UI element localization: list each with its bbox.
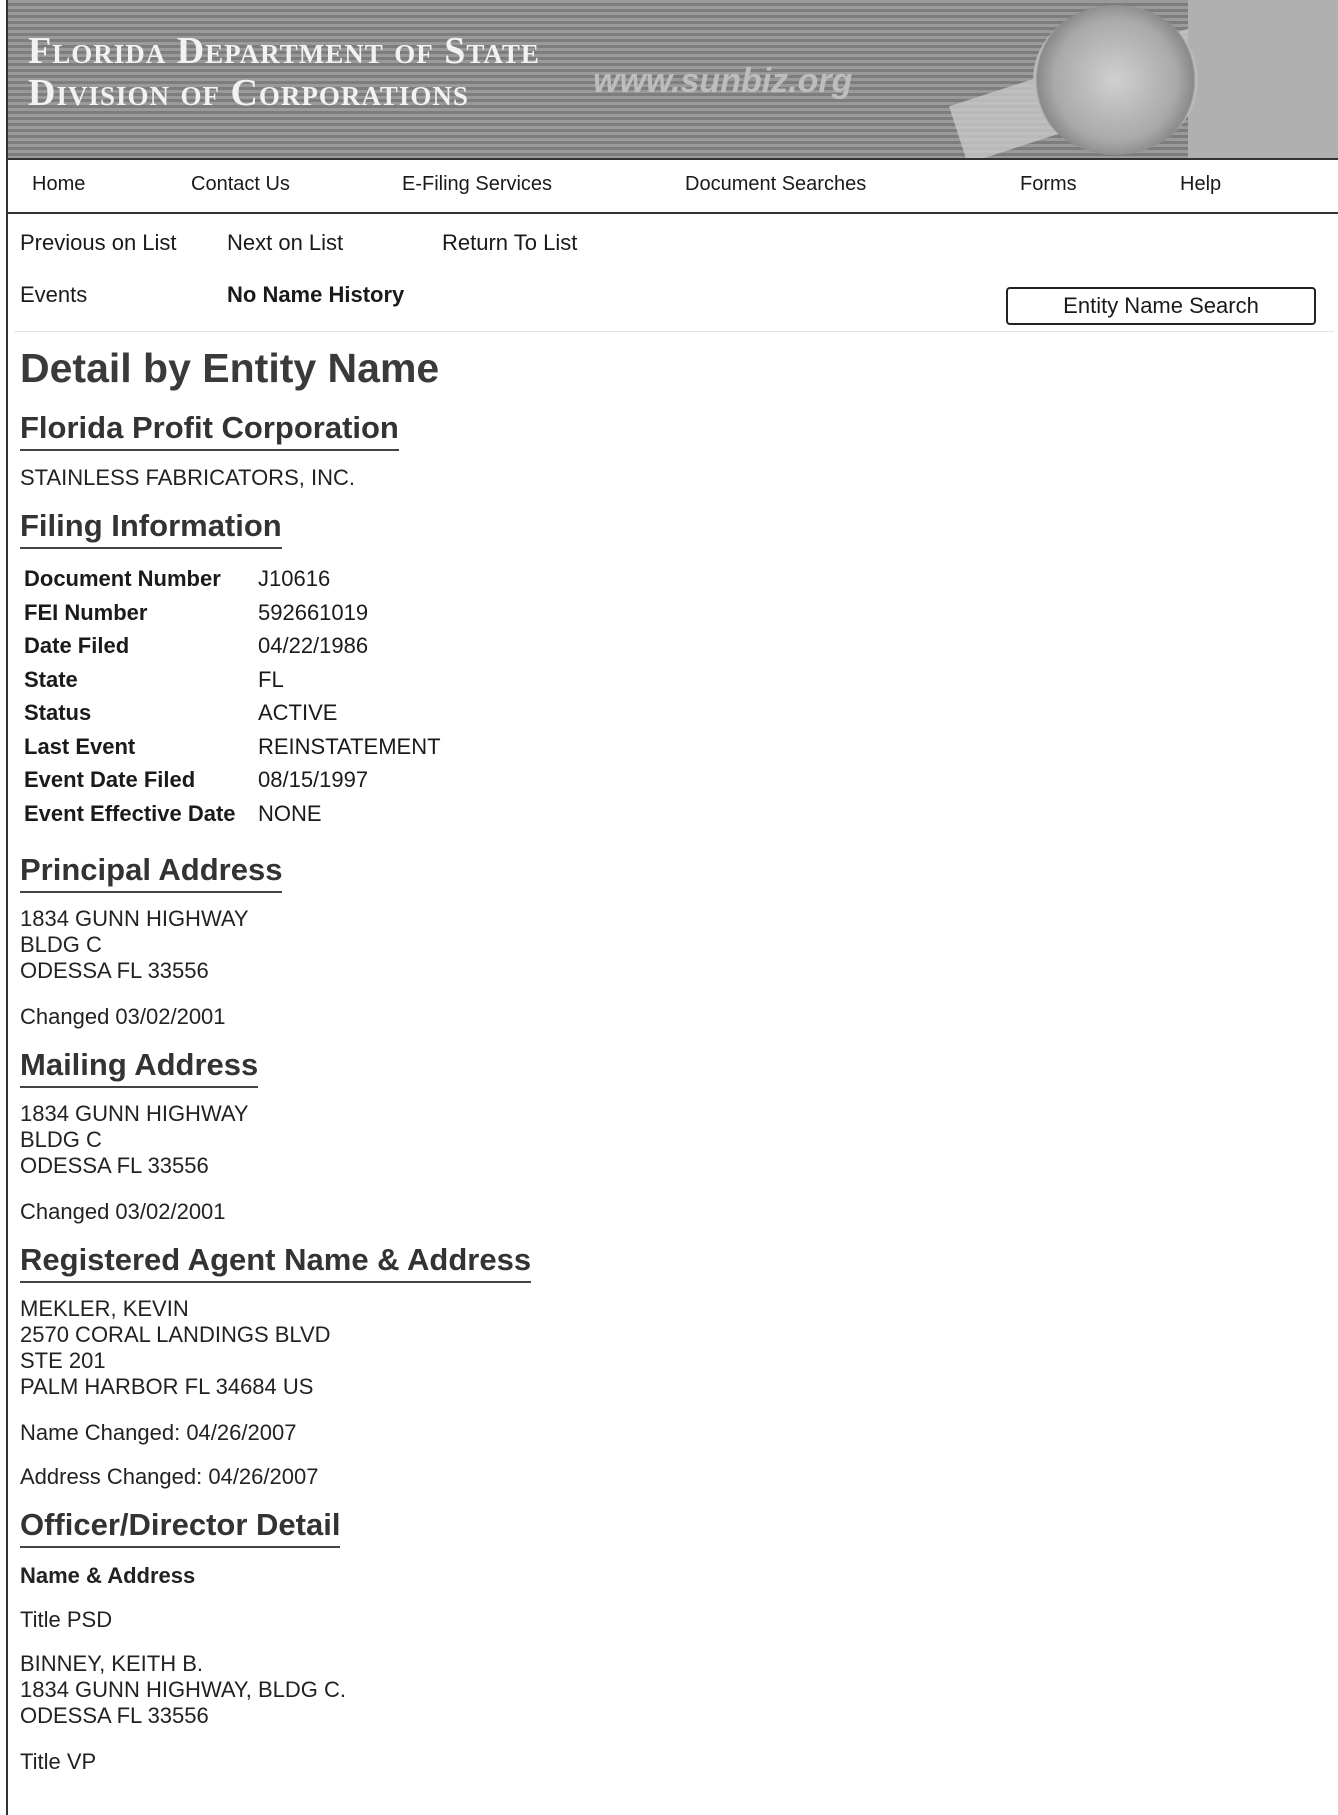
officer-title-2: Title VP bbox=[20, 1749, 97, 1774]
divider bbox=[14, 331, 1334, 332]
filing-label: Last Event bbox=[24, 733, 136, 759]
nav-contact-us[interactable]: Contact Us bbox=[191, 173, 290, 196]
filing-label: Event Effective Date bbox=[24, 800, 236, 826]
header-banner: Florida Department of State Division of … bbox=[8, 0, 1338, 158]
filing-value: FL bbox=[258, 666, 284, 692]
agent-name-changed: Name Changed: 04/26/2007 bbox=[20, 1420, 297, 1445]
filing-value: REINSTATEMENT bbox=[258, 733, 441, 759]
filing-value: NONE bbox=[258, 800, 322, 826]
registered-agent-heading: Registered Agent Name & Address bbox=[20, 1242, 532, 1283]
events-link[interactable]: Events bbox=[20, 282, 87, 308]
site-title-line1: Florida Department of State bbox=[28, 30, 540, 72]
entity-name-search-button[interactable]: Entity Name Search bbox=[1006, 287, 1316, 325]
principal-changed: Changed 03/02/2001 bbox=[20, 1004, 226, 1029]
sunbiz-logo: www.sunbiz.org bbox=[593, 62, 853, 100]
nav-forms[interactable]: Forms bbox=[1020, 173, 1077, 196]
filing-value: J10616 bbox=[258, 566, 331, 591]
nav-document-searches[interactable]: Document Searches bbox=[685, 173, 866, 196]
state-seal-icon bbox=[1033, 5, 1198, 155]
filing-value: 592661019 bbox=[258, 599, 369, 625]
mailing-address-heading: Mailing Address bbox=[20, 1047, 259, 1088]
name-history-label: No Name History bbox=[227, 282, 405, 307]
filing-information-heading: Filing Information bbox=[20, 508, 282, 549]
nav-home[interactable]: Home bbox=[32, 173, 85, 196]
filing-information-table: Document Number J10616 FEI Number 592661019… bbox=[24, 566, 441, 834]
filing-label: Event Date Filed bbox=[24, 767, 196, 792]
agent-address-changed: Address Changed: 04/26/2007 bbox=[20, 1464, 319, 1489]
corp-type-heading: Florida Profit Corporation bbox=[20, 410, 399, 451]
page: Florida Department of State Division of … bbox=[0, 0, 1338, 1815]
next-on-list-link[interactable]: Next on List bbox=[227, 230, 343, 256]
filing-value: ACTIVE bbox=[258, 700, 338, 725]
principal-address-heading: Principal Address bbox=[20, 852, 283, 893]
officer-title-1: Title PSD bbox=[20, 1607, 113, 1632]
mailing-address: 1834 GUNN HIGHWAY BLDG C ODESSA FL 33556 bbox=[20, 1101, 249, 1178]
filing-row: FEI Number 592661019 bbox=[24, 600, 441, 634]
filing-row: Event Effective Date NONE bbox=[24, 801, 441, 835]
entity-name: STAINLESS FABRICATORS, INC. bbox=[20, 465, 355, 490]
filing-row: Event Date Filed 08/15/1997 bbox=[24, 767, 441, 801]
main-nav: Home Contact Us E-Filing Services Docume… bbox=[8, 158, 1338, 214]
officer-name-address-label: Name & Address bbox=[20, 1563, 196, 1588]
previous-on-list-link[interactable]: Previous on List bbox=[20, 230, 177, 256]
officer-director-heading: Officer/Director Detail bbox=[20, 1507, 341, 1548]
filing-row: State FL bbox=[24, 667, 441, 701]
filing-label: Date Filed bbox=[24, 633, 130, 658]
flag-decoration-right bbox=[1188, 0, 1338, 158]
filing-label: State bbox=[24, 666, 78, 692]
filing-row: Document Number J10616 bbox=[24, 566, 441, 600]
filing-row: Status ACTIVE bbox=[24, 700, 441, 734]
principal-address: 1834 GUNN HIGHWAY BLDG C ODESSA FL 33556 bbox=[20, 906, 249, 983]
filing-value: 08/15/1997 bbox=[258, 767, 369, 792]
filing-label: Document Number bbox=[24, 566, 221, 591]
mailing-changed: Changed 03/02/2001 bbox=[20, 1199, 226, 1224]
nav-help[interactable]: Help bbox=[1180, 173, 1221, 196]
officer-1-address: BINNEY, KEITH B. 1834 GUNN HIGHWAY, BLDG… bbox=[20, 1651, 347, 1728]
nav-e-filing-services[interactable]: E-Filing Services bbox=[402, 173, 552, 196]
filing-label: Status bbox=[24, 700, 92, 725]
return-to-list-link[interactable]: Return To List bbox=[442, 230, 577, 256]
page-title: Detail by Entity Name bbox=[20, 345, 440, 391]
registered-agent-address: MEKLER, KEVIN 2570 CORAL LANDINGS BLVD S… bbox=[20, 1296, 331, 1399]
filing-label: FEI Number bbox=[24, 599, 148, 625]
filing-value: 04/22/1986 bbox=[258, 633, 369, 658]
left-border bbox=[6, 0, 8, 1815]
filing-row: Date Filed 04/22/1986 bbox=[24, 633, 441, 667]
filing-row: Last Event REINSTATEMENT bbox=[24, 734, 441, 768]
site-title-line2: Division of Corporations bbox=[28, 72, 469, 114]
site-title: Florida Department of State Division of … bbox=[28, 30, 540, 114]
